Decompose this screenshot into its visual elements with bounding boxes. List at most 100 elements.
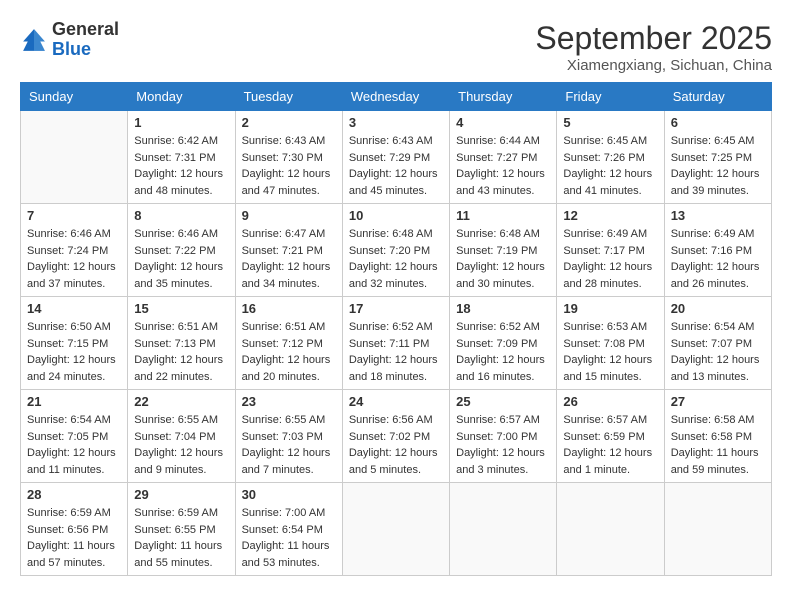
day-info: Sunrise: 6:49 AM Sunset: 7:17 PM Dayligh… — [563, 226, 657, 292]
month-title: September 2025 — [535, 20, 772, 57]
logo-icon — [20, 26, 48, 54]
day-number: 12 — [563, 208, 657, 223]
day-number: 8 — [134, 208, 228, 223]
day-number: 10 — [349, 208, 443, 223]
day-number: 15 — [134, 301, 228, 316]
calendar-cell — [450, 483, 557, 576]
day-info: Sunrise: 6:43 AM Sunset: 7:29 PM Dayligh… — [349, 133, 443, 199]
day-number: 28 — [27, 487, 121, 502]
logo: General Blue — [20, 20, 119, 60]
day-info: Sunrise: 6:45 AM Sunset: 7:26 PM Dayligh… — [563, 133, 657, 199]
day-info: Sunrise: 6:48 AM Sunset: 7:20 PM Dayligh… — [349, 226, 443, 292]
day-info: Sunrise: 6:49 AM Sunset: 7:16 PM Dayligh… — [671, 226, 765, 292]
calendar-cell: 6Sunrise: 6:45 AM Sunset: 7:25 PM Daylig… — [664, 111, 771, 204]
day-info: Sunrise: 6:51 AM Sunset: 7:13 PM Dayligh… — [134, 319, 228, 385]
day-info: Sunrise: 6:54 AM Sunset: 7:05 PM Dayligh… — [27, 412, 121, 478]
day-info: Sunrise: 6:43 AM Sunset: 7:30 PM Dayligh… — [242, 133, 336, 199]
weekday-header: Wednesday — [342, 83, 449, 111]
calendar-cell: 27Sunrise: 6:58 AM Sunset: 6:58 PM Dayli… — [664, 390, 771, 483]
week-row: 1Sunrise: 6:42 AM Sunset: 7:31 PM Daylig… — [21, 111, 772, 204]
calendar-cell: 22Sunrise: 6:55 AM Sunset: 7:04 PM Dayli… — [128, 390, 235, 483]
day-info: Sunrise: 6:55 AM Sunset: 7:03 PM Dayligh… — [242, 412, 336, 478]
calendar-cell: 14 Sunrise: 6:50 AM Sunset: 7:15 PM Dayli… — [21, 297, 128, 390]
calendar-cell: 30Sunrise: 7:00 AM Sunset: 6:54 PM Dayli… — [235, 483, 342, 576]
day-info: Sunrise: 6:51 AM Sunset: 7:12 PM Dayligh… — [242, 319, 336, 385]
day-number: 25 — [456, 394, 550, 409]
calendar-body: 1Sunrise: 6:42 AM Sunset: 7:31 PM Daylig… — [21, 111, 772, 576]
day-info: Sunrise: 6:46 AM Sunset: 7:24 PM Dayligh… — [27, 226, 121, 292]
logo-text: General Blue — [52, 20, 119, 60]
weekday-header: Saturday — [664, 83, 771, 111]
day-number: 24 — [349, 394, 443, 409]
day-number: 26 — [563, 394, 657, 409]
day-number: 16 — [242, 301, 336, 316]
weekday-header: Sunday — [21, 83, 128, 111]
calendar-cell: 15 Sunrise: 6:51 AM Sunset: 7:13 PM Dayli… — [128, 297, 235, 390]
week-row: 14 Sunrise: 6:50 AM Sunset: 7:15 PM Dayli… — [21, 297, 772, 390]
calendar-cell: 10 Sunrise: 6:48 AM Sunset: 7:20 PM Dayli… — [342, 204, 449, 297]
day-number: 5 — [563, 115, 657, 130]
week-row: 7 Sunrise: 6:46 AM Sunset: 7:24 PM Daylig… — [21, 204, 772, 297]
calendar-cell: 11 Sunrise: 6:48 AM Sunset: 7:19 PM Dayli… — [450, 204, 557, 297]
weekday-header: Monday — [128, 83, 235, 111]
day-info: Sunrise: 6:55 AM Sunset: 7:04 PM Dayligh… — [134, 412, 228, 478]
day-number: 6 — [671, 115, 765, 130]
day-number: 2 — [242, 115, 336, 130]
calendar-cell: 21 Sunrise: 6:54 AM Sunset: 7:05 PM Dayli… — [21, 390, 128, 483]
weekday-header: Thursday — [450, 83, 557, 111]
day-number: 11 — [456, 208, 550, 223]
day-info: Sunrise: 6:56 AM Sunset: 7:02 PM Dayligh… — [349, 412, 443, 478]
day-info: Sunrise: 6:47 AM Sunset: 7:21 PM Dayligh… — [242, 226, 336, 292]
logo-blue: Blue — [52, 40, 119, 60]
day-number: 18 — [456, 301, 550, 316]
calendar: SundayMondayTuesdayWednesdayThursdayFrid… — [20, 82, 772, 576]
day-info: Sunrise: 6:48 AM Sunset: 7:19 PM Dayligh… — [456, 226, 550, 292]
logo-general: General — [52, 20, 119, 40]
day-info: Sunrise: 6:54 AM Sunset: 7:07 PM Dayligh… — [671, 319, 765, 385]
day-number: 21 — [27, 394, 121, 409]
day-number: 4 — [456, 115, 550, 130]
calendar-cell: 24 Sunrise: 6:56 AM Sunset: 7:02 PM Dayli… — [342, 390, 449, 483]
title-block: September 2025 Xiamengxiang, Sichuan, Ch… — [535, 20, 772, 74]
day-number: 9 — [242, 208, 336, 223]
calendar-cell: 29Sunrise: 6:59 AM Sunset: 6:55 PM Dayli… — [128, 483, 235, 576]
calendar-cell: 4Sunrise: 6:44 AM Sunset: 7:27 PM Daylig… — [450, 111, 557, 204]
calendar-cell: 20 Sunrise: 6:54 AM Sunset: 7:07 PM Dayli… — [664, 297, 771, 390]
calendar-cell: 5 Sunrise: 6:45 AM Sunset: 7:26 PM Daylig… — [557, 111, 664, 204]
calendar-cell: 13 Sunrise: 6:49 AM Sunset: 7:16 PM Dayli… — [664, 204, 771, 297]
calendar-cell: 1Sunrise: 6:42 AM Sunset: 7:31 PM Daylig… — [128, 111, 235, 204]
calendar-cell: 16 Sunrise: 6:51 AM Sunset: 7:12 PM Dayli… — [235, 297, 342, 390]
calendar-cell: 19 Sunrise: 6:53 AM Sunset: 7:08 PM Dayli… — [557, 297, 664, 390]
day-info: Sunrise: 6:59 AM Sunset: 6:56 PM Dayligh… — [27, 505, 121, 571]
page-header: General Blue September 2025 Xiamengxiang… — [20, 20, 772, 74]
day-number: 14 — [27, 301, 121, 316]
day-info: Sunrise: 6:53 AM Sunset: 7:08 PM Dayligh… — [563, 319, 657, 385]
day-number: 1 — [134, 115, 228, 130]
calendar-cell — [342, 483, 449, 576]
day-info: Sunrise: 6:59 AM Sunset: 6:55 PM Dayligh… — [134, 505, 228, 571]
day-info: Sunrise: 6:52 AM Sunset: 7:11 PM Dayligh… — [349, 319, 443, 385]
weekday-header: Friday — [557, 83, 664, 111]
calendar-cell: 18Sunrise: 6:52 AM Sunset: 7:09 PM Dayli… — [450, 297, 557, 390]
calendar-header: SundayMondayTuesdayWednesdayThursdayFrid… — [21, 83, 772, 111]
location: Xiamengxiang, Sichuan, China — [535, 57, 772, 74]
day-number: 19 — [563, 301, 657, 316]
day-info: Sunrise: 6:46 AM Sunset: 7:22 PM Dayligh… — [134, 226, 228, 292]
calendar-cell: 2 Sunrise: 6:43 AM Sunset: 7:30 PM Daylig… — [235, 111, 342, 204]
calendar-cell: 8 Sunrise: 6:46 AM Sunset: 7:22 PM Daylig… — [128, 204, 235, 297]
calendar-cell: 23 Sunrise: 6:55 AM Sunset: 7:03 PM Dayli… — [235, 390, 342, 483]
day-number: 7 — [27, 208, 121, 223]
day-info: Sunrise: 6:50 AM Sunset: 7:15 PM Dayligh… — [27, 319, 121, 385]
calendar-cell: 17Sunrise: 6:52 AM Sunset: 7:11 PM Dayli… — [342, 297, 449, 390]
day-info: Sunrise: 6:57 AM Sunset: 7:00 PM Dayligh… — [456, 412, 550, 478]
calendar-cell: 12 Sunrise: 6:49 AM Sunset: 7:17 PM Dayli… — [557, 204, 664, 297]
calendar-cell — [21, 111, 128, 204]
calendar-cell: 9 Sunrise: 6:47 AM Sunset: 7:21 PM Daylig… — [235, 204, 342, 297]
header-row: SundayMondayTuesdayWednesdayThursdayFrid… — [21, 83, 772, 111]
day-number: 23 — [242, 394, 336, 409]
day-number: 27 — [671, 394, 765, 409]
day-number: 30 — [242, 487, 336, 502]
calendar-cell: 3Sunrise: 6:43 AM Sunset: 7:29 PM Daylig… — [342, 111, 449, 204]
day-number: 13 — [671, 208, 765, 223]
day-number: 20 — [671, 301, 765, 316]
